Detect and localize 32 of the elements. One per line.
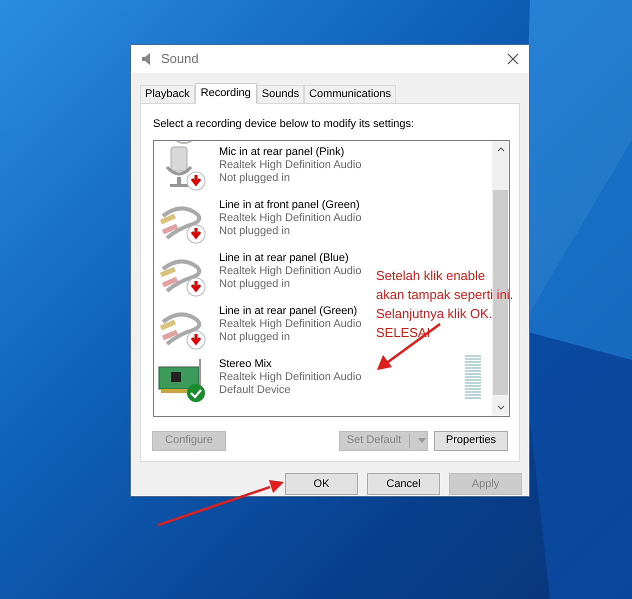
window-title: Sound [161, 50, 200, 68]
instruction-text: Select a recording device below to modify its settings: [153, 117, 416, 132]
device-driver: Realtek High Definition Audio [219, 318, 362, 330]
device-name: Line in at rear panel (Blue) [219, 252, 350, 264]
annotation-text: Setelah klik enable akan tampak seperti ini. Selanjutnya klik OK. SELESAI [376, 267, 514, 342]
device-driver: Realtek High Definition Audio [219, 212, 362, 224]
tab[interactable]: Recording [194, 83, 257, 104]
scroll-down-icon[interactable] [496, 404, 504, 410]
device-status: Not plugged in [219, 330, 291, 344]
arrow [376, 322, 442, 372]
device-driver: Realtek High Definition Audio [219, 370, 362, 384]
device-name: Line in at rear panel (Green) [219, 304, 358, 318]
device-name: Mic in at rear panel (Pink) [219, 146, 346, 158]
device-name: Stereo Mix [219, 358, 273, 370]
close-icon[interactable] [507, 53, 519, 65]
device-driver: Realtek High Definition Audio [219, 264, 362, 278]
device-status: Not plugged in [219, 172, 291, 184]
device-status: Not plugged in [219, 278, 291, 290]
dialog-button[interactable]: Cancel [367, 473, 440, 495]
tab[interactable]: Sounds [256, 85, 304, 103]
device-status: Default Device [219, 384, 292, 396]
tab[interactable]: Communications [304, 85, 396, 103]
caret-icon [418, 438, 426, 443]
tab[interactable]: Playback [140, 85, 195, 103]
dialog-button[interactable]: OK [285, 473, 358, 495]
device-name: Line in at front panel (Green) [219, 198, 361, 212]
scroll-up-icon[interactable] [496, 146, 504, 152]
speaker-icon [141, 52, 153, 66]
device-driver: Realtek High Definition Audio [219, 158, 362, 172]
level-meter [465, 354, 481, 398]
properties-button[interactable]: Properties [434, 430, 508, 450]
device-status: Not plugged in [219, 224, 291, 238]
